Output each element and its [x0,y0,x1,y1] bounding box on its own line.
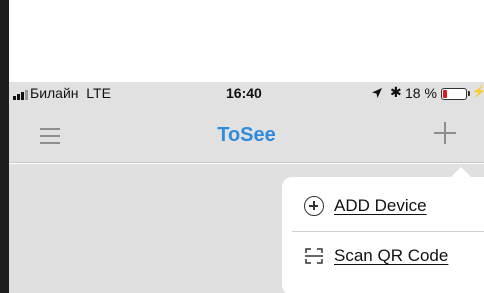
scan-qr-icon [305,248,323,264]
app-title: ToSee [217,124,276,146]
dropdown-menu: ADD Device Scan QR Code [282,177,484,293]
signal-bars-icon [13,90,28,100]
location-arrow-icon [372,88,382,98]
network-label: LTE [86,85,111,101]
plus-circle-icon [304,196,324,216]
window-edge [0,0,9,293]
battery-icon [441,88,467,100]
battery-cap [468,91,470,96]
bluetooth-icon: ✱ [390,84,402,100]
charging-icon: ⚡ [472,86,484,98]
carrier-label: Билайн LTE [30,85,111,101]
plus-icon[interactable] [434,122,456,144]
navigation-bar: ToSee [9,104,484,163]
status-time: 16:40 [226,85,262,101]
scan-qr-menu-item[interactable]: Scan QR Code [282,231,484,281]
battery-level-fill [443,90,447,98]
add-device-menu-item[interactable]: ADD Device [282,181,484,231]
add-device-label: ADD Device [334,196,427,215]
phone-screen: Билайн LTE 16:40 ✱ 18 % ⚡ ToSee ADD Devi… [9,0,484,293]
status-bar: Билайн LTE 16:40 ✱ 18 % ⚡ [9,82,484,104]
scan-qr-label: Scan QR Code [334,246,449,265]
battery-percent: 18 % [405,85,437,101]
